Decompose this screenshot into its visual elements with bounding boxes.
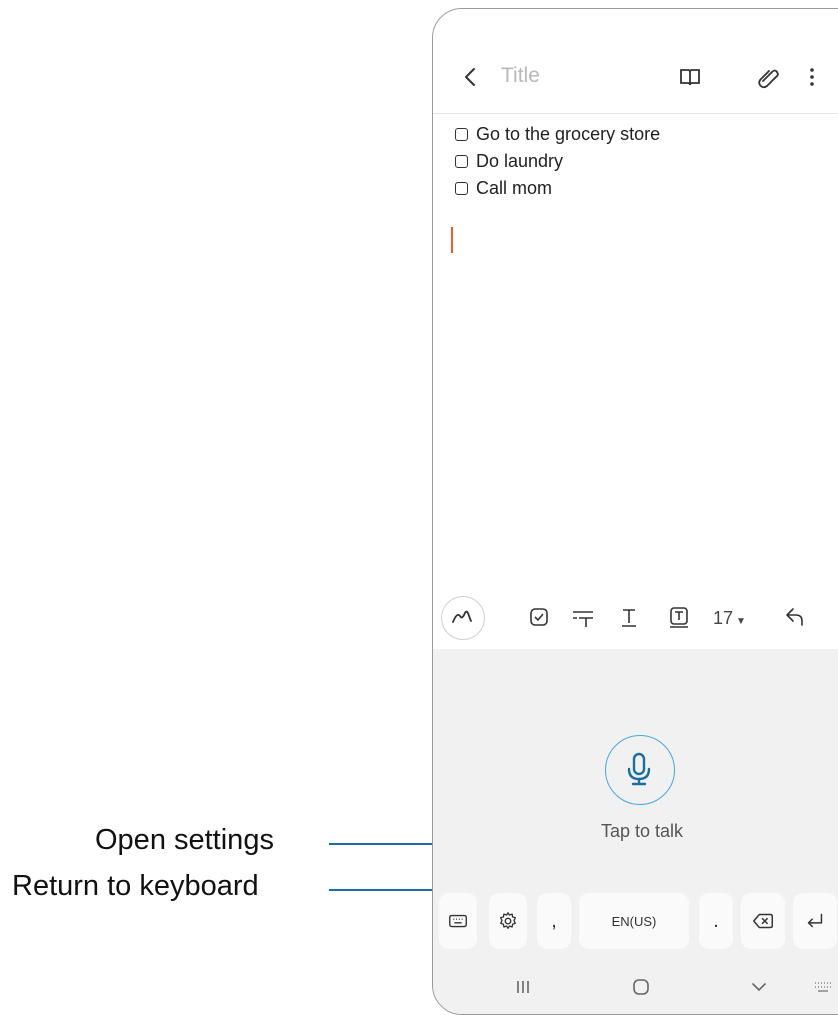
undo-icon[interactable] bbox=[781, 603, 809, 631]
handwriting-button[interactable] bbox=[441, 596, 485, 640]
keyboard-bottom-row: , EN(US) . bbox=[433, 893, 838, 953]
keyboard-switch-icon[interactable] bbox=[811, 975, 835, 999]
chevron-down-icon: ▼ bbox=[736, 616, 746, 627]
checkbox-icon[interactable] bbox=[455, 182, 468, 195]
text-format-icon[interactable] bbox=[615, 603, 643, 631]
format-toolbar: 17 ▼ bbox=[433, 591, 838, 647]
text-style-icon[interactable] bbox=[569, 603, 597, 631]
checkbox-icon[interactable] bbox=[455, 155, 468, 168]
book-icon[interactable] bbox=[677, 64, 703, 90]
list-item: Do laundry bbox=[455, 148, 660, 175]
settings-icon bbox=[500, 912, 516, 929]
font-size-selector[interactable]: 17 ▼ bbox=[713, 608, 746, 629]
comma-key[interactable]: , bbox=[537, 893, 571, 949]
note-title[interactable]: Title bbox=[501, 64, 540, 88]
return-to-keyboard-button[interactable] bbox=[439, 893, 477, 949]
settings-button[interactable] bbox=[489, 893, 527, 949]
open-settings-callout: Open settings bbox=[95, 824, 274, 856]
list-item-text[interactable]: Go to the grocery store bbox=[476, 124, 660, 145]
text-box-icon[interactable] bbox=[665, 603, 693, 631]
pen-icon bbox=[452, 610, 472, 623]
tap-to-talk-label: Tap to talk bbox=[600, 821, 684, 841]
return-keyboard-leader bbox=[329, 889, 449, 891]
recents-icon[interactable] bbox=[511, 975, 535, 999]
phone-frame: Title Go to the grocery store Do laundry bbox=[432, 8, 838, 1015]
list-item: Call mom bbox=[455, 175, 660, 202]
list-item-text[interactable]: Call mom bbox=[476, 178, 552, 199]
hide-keyboard-icon[interactable] bbox=[747, 975, 771, 999]
space-key[interactable]: EN(US) bbox=[579, 893, 689, 949]
note-editor: Title Go to the grocery store Do laundry bbox=[433, 9, 838, 587]
text-cursor bbox=[451, 227, 453, 253]
backspace-button[interactable] bbox=[741, 893, 785, 949]
keyboard-icon bbox=[449, 914, 467, 928]
enter-icon bbox=[807, 913, 823, 928]
font-size-value: 17 bbox=[713, 608, 734, 628]
checkbox-icon[interactable] bbox=[455, 128, 468, 141]
list-item-text[interactable]: Do laundry bbox=[476, 151, 563, 172]
enter-button[interactable] bbox=[793, 893, 837, 949]
checkbox-icon[interactable] bbox=[525, 603, 553, 631]
system-nav-bar bbox=[433, 967, 838, 1007]
period-key[interactable]: . bbox=[699, 893, 733, 949]
more-icon[interactable] bbox=[799, 64, 825, 90]
voice-input-panel: Tap to talk , EN(US) . bbox=[433, 649, 838, 1014]
header-divider bbox=[433, 113, 838, 114]
attach-icon[interactable] bbox=[755, 64, 781, 90]
home-icon[interactable] bbox=[629, 975, 653, 999]
mic-button[interactable] bbox=[605, 735, 675, 805]
backspace-icon bbox=[753, 913, 773, 929]
back-icon[interactable] bbox=[457, 63, 485, 91]
list-item: Go to the grocery store bbox=[455, 121, 660, 148]
note-header: Title bbox=[433, 59, 838, 99]
checklist: Go to the grocery store Do laundry Call … bbox=[455, 121, 660, 202]
return-keyboard-callout: Return to keyboard bbox=[12, 870, 259, 902]
mic-icon bbox=[627, 752, 651, 786]
